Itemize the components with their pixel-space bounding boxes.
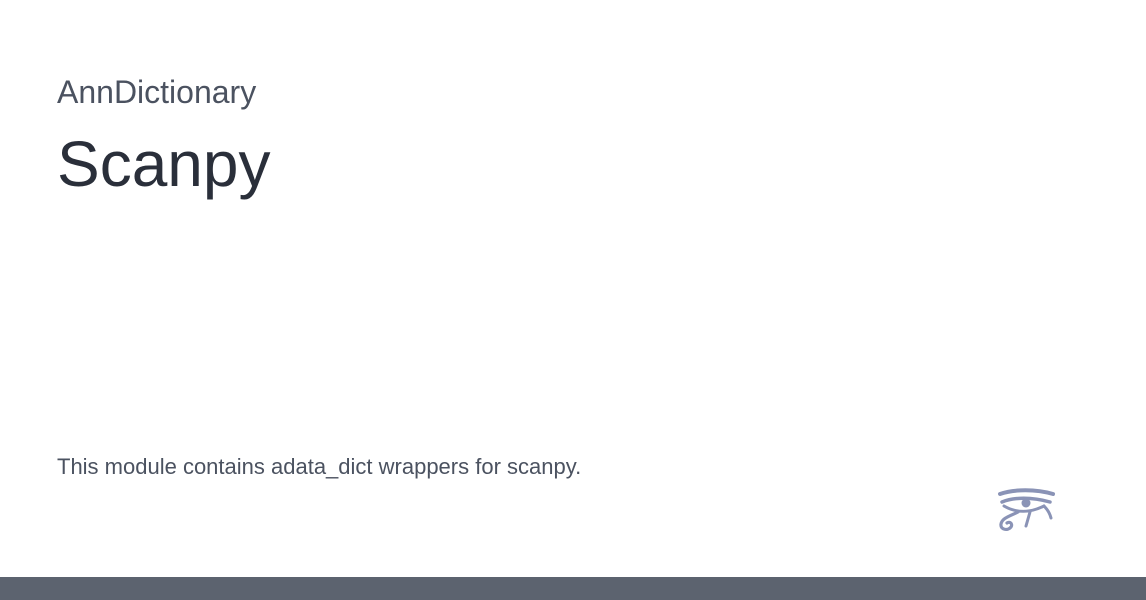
page-title: Scanpy	[57, 128, 271, 200]
footer-bar	[0, 577, 1146, 600]
page-description: This module contains adata_dict wrappers…	[57, 454, 582, 479]
social-preview-card: AnnDictionary Scanpy This module contain…	[0, 0, 1146, 600]
eye-of-horus-icon	[998, 488, 1055, 531]
site-name: AnnDictionary	[57, 74, 257, 110]
